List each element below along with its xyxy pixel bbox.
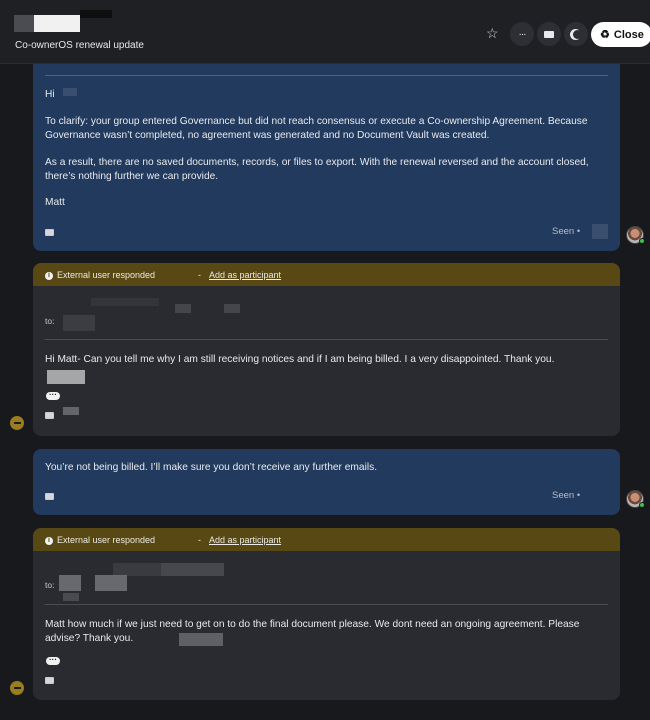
show-more-icon[interactable]: ···	[46, 391, 60, 400]
redacted-recipient	[59, 575, 81, 591]
ellipsis-icon: ···	[518, 28, 527, 40]
redacted-timestamp	[63, 407, 79, 415]
message-body: Hi Matt- Can you tell me why I am still …	[45, 354, 555, 365]
message-greeting: Hi	[45, 89, 55, 100]
message-signoff: Matt	[45, 197, 65, 208]
snooze-button[interactable]	[564, 22, 588, 46]
online-status-dot	[639, 502, 645, 508]
mail-icon	[45, 677, 54, 684]
message-card-customer: to: Hi Matt- Can you tell me why I am st…	[33, 286, 620, 436]
star-icon[interactable]: ☆	[486, 25, 499, 42]
redacted-sender	[91, 298, 159, 306]
to-label: to:	[45, 316, 55, 326]
redacted-recipient	[63, 315, 95, 331]
seen-status: Seen •	[552, 226, 581, 237]
agent-avatar	[626, 490, 645, 508]
banner-separator: -	[198, 535, 201, 545]
add-participant-link[interactable]: Add as participant	[209, 270, 281, 280]
to-label: to:	[45, 580, 55, 590]
show-more-icon[interactable]: ···	[46, 656, 60, 665]
redacted-sender	[161, 563, 224, 576]
seen-status: Seen •	[552, 490, 581, 501]
redacted-recipient	[175, 304, 191, 313]
agent-avatar	[626, 226, 645, 244]
redacted-avatar	[14, 15, 34, 32]
more-options-button[interactable]: ···	[510, 22, 534, 46]
redacted-recipient	[63, 593, 79, 601]
mail-icon	[45, 229, 54, 236]
external-user-badge	[10, 681, 24, 695]
message-paragraph: To clarify: your group entered Governanc…	[45, 116, 588, 141]
external-user-badge	[10, 416, 24, 430]
banner-text: External user responded	[57, 270, 156, 280]
info-icon: i	[45, 537, 53, 545]
redacted-signature	[47, 370, 85, 384]
conversation-title: Co-ownerOS renewal update	[15, 40, 144, 51]
info-icon: i	[45, 272, 53, 280]
banner-separator: -	[198, 270, 201, 280]
redacted-signature	[179, 633, 223, 646]
message-card-agent: Hi To clarify: your group entered Govern…	[33, 64, 620, 251]
redacted-name	[64, 15, 80, 32]
redacted-name	[34, 15, 64, 32]
conversation-header: Co-ownerOS renewal update ☆ ··· ♻ Close	[0, 0, 650, 64]
ticket-button[interactable]	[537, 22, 561, 46]
mail-icon	[45, 412, 54, 419]
redacted-seen-avatar	[592, 224, 608, 239]
redacted-recipient	[224, 304, 240, 313]
message-paragraph: As a result, there are no saved document…	[45, 157, 589, 182]
close-button[interactable]: ♻ Close	[591, 22, 650, 47]
message-card-customer: to: Matt how much if we just need to get…	[33, 551, 620, 700]
message-body: Matt how much if we just need to get on …	[45, 619, 580, 644]
redacted-name	[80, 10, 112, 18]
mail-icon	[45, 493, 54, 500]
add-participant-link[interactable]: Add as participant	[209, 535, 281, 545]
message-card-agent: You’re not being billed. I’ll make sure …	[33, 449, 620, 515]
banner-text: External user responded	[57, 535, 156, 545]
moon-icon	[573, 30, 582, 39]
ticket-icon	[544, 30, 554, 38]
close-label: Close	[613, 28, 644, 41]
online-status-dot	[639, 238, 645, 244]
message-body: You’re not being billed. I’ll make sure …	[45, 462, 378, 473]
recycle-icon: ♻	[600, 29, 610, 41]
redacted-name	[63, 88, 77, 96]
redacted-recipient	[95, 575, 127, 591]
